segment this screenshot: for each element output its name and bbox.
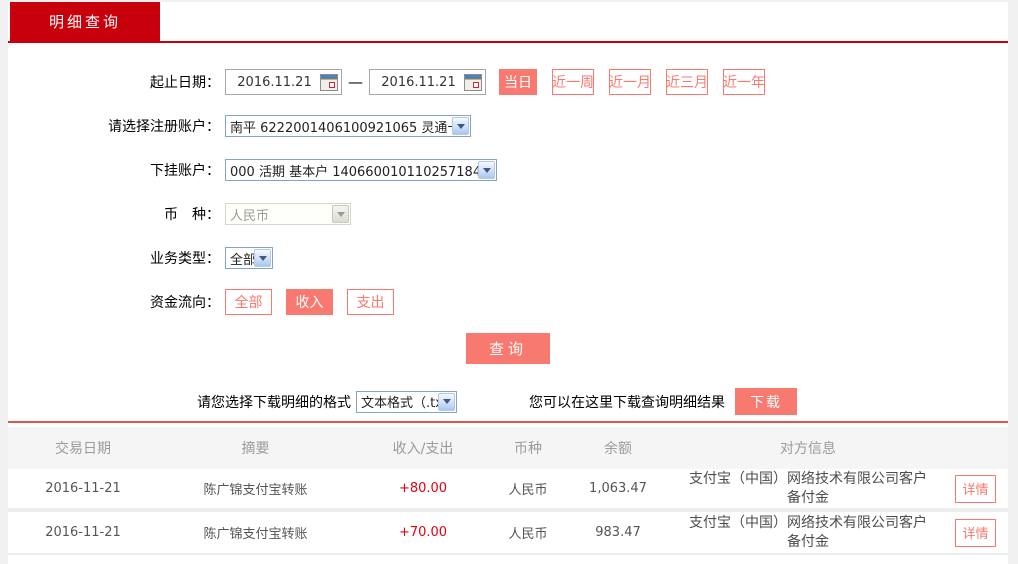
end-date-value: 2016.11.21: [381, 74, 456, 90]
cell-counterparty: 支付宝（中国）网络技术有限公司客户 备付金: [673, 470, 943, 508]
header-trade-date: 交易日期: [55, 441, 111, 457]
chevron-down-icon: [332, 205, 349, 223]
calendar-icon[interactable]: [464, 73, 482, 91]
quick-range-3months-button[interactable]: 近三月: [666, 69, 708, 95]
detail-button[interactable]: 详情: [955, 474, 996, 503]
cell-trade-date: 2016-11-21: [45, 525, 121, 540]
download-row: 请您选择下载明细的格式 文本格式（.txt） 您可以在这里下载查询明细结果 下载: [8, 388, 1008, 415]
business-type-label: 业务类型：: [150, 251, 220, 267]
cell-trade-date: 2016-11-21: [45, 481, 121, 496]
detail-query-panel: 明细查询 起止日期： 2016.11.21 — 2016.11.21 当日 近一…: [8, 2, 1008, 564]
table-row: 2016-11-21 陈广锦支付宝转账 +80.00 人民币 1,063.47 …: [8, 469, 1008, 512]
table-row: 2016-11-21 陈广锦支付宝转账 +70.00 人民币 983.47 支付…: [8, 512, 1008, 555]
registered-account-row: 请选择注册账户： 南平 6222001406100921065 灵通卡: [8, 113, 1008, 139]
cell-currency: 人民币: [508, 483, 548, 498]
currency-label: 币 种：: [164, 207, 220, 223]
detail-button[interactable]: 详情: [955, 518, 996, 547]
linked-account-select[interactable]: 000 活期 基本户 1406600101102571848: [225, 159, 497, 181]
download-format-label: 请您选择下载明细的格式: [197, 394, 351, 411]
download-hint: 您可以在这里下载查询明细结果: [529, 394, 725, 411]
tab-detail-query[interactable]: 明细查询: [10, 2, 160, 41]
fund-flow-row: 资金流向： 全部 收入 支出: [8, 289, 1008, 315]
counterparty-line: 支付宝（中国）网络技术有限公司客户: [689, 470, 927, 487]
date-range-separator: —: [348, 73, 363, 91]
linked-account-row: 下挂账户： 000 活期 基本户 1406600101102571848: [8, 157, 1008, 183]
calendar-icon[interactable]: [320, 73, 338, 91]
business-type-select[interactable]: 全部: [225, 247, 273, 269]
registered-account-value: 南平 6222001406100921065 灵通卡: [230, 120, 452, 136]
query-button[interactable]: 查询: [466, 333, 550, 364]
cell-amount: +80.00: [398, 481, 448, 496]
end-date-input[interactable]: 2016.11.21: [369, 69, 486, 95]
quick-range-week-button[interactable]: 近一周: [552, 69, 594, 95]
cell-balance: 1,063.47: [589, 481, 647, 496]
tab-bar: 明细查询: [8, 2, 1008, 43]
table-header: 交易日期 摘要 收入/支出 币种 余额 对方信息: [8, 427, 1008, 469]
business-type-value: 全部: [230, 252, 254, 268]
cell-summary: 陈广锦支付宝转账: [203, 527, 308, 542]
header-income-expense: 收入/支出: [392, 441, 454, 457]
fund-flow-all-button[interactable]: 全部: [225, 289, 272, 315]
linked-account-value: 000 活期 基本户 1406600101102571848: [230, 164, 478, 180]
download-button[interactable]: 下载: [735, 388, 797, 415]
query-form: 起止日期： 2016.11.21 — 2016.11.21 当日 近一周 近一月…: [8, 43, 1008, 415]
linked-account-label: 下挂账户：: [150, 163, 220, 179]
date-range-label: 起止日期：: [150, 75, 220, 91]
header-counterparty: 对方信息: [780, 441, 836, 457]
registered-account-label: 请选择注册账户：: [108, 119, 220, 135]
fund-flow-expense-button[interactable]: 支出: [347, 289, 394, 315]
cell-action: 详情: [943, 518, 1008, 547]
chevron-down-icon[interactable]: [254, 249, 271, 267]
download-format-select[interactable]: 文本格式（.txt）: [356, 390, 457, 413]
chevron-down-icon[interactable]: [452, 117, 469, 135]
start-date-input[interactable]: 2016.11.21: [225, 69, 342, 95]
fund-flow-label: 资金流向：: [150, 295, 220, 311]
quick-range-month-button[interactable]: 近一月: [609, 69, 651, 95]
fund-flow-income-button[interactable]: 收入: [286, 289, 333, 315]
cell-currency: 人民币: [508, 527, 548, 542]
counterparty-line: 备付金: [787, 489, 829, 506]
date-range-row: 起止日期： 2016.11.21 — 2016.11.21 当日 近一周 近一月…: [8, 69, 1008, 95]
cell-counterparty: 支付宝（中国）网络技术有限公司客户 备付金: [673, 514, 943, 552]
registered-account-select[interactable]: 南平 6222001406100921065 灵通卡: [225, 115, 471, 137]
download-format-value: 文本格式（.txt）: [361, 396, 438, 411]
quick-range-today-button[interactable]: 当日: [499, 69, 537, 95]
chevron-down-icon[interactable]: [438, 392, 455, 411]
currency-select: 人民币: [225, 203, 351, 225]
table-top-divider: [8, 421, 1008, 423]
currency-row: 币 种： 人民币: [8, 201, 1008, 227]
header-currency: 币种: [514, 441, 542, 457]
business-type-row: 业务类型： 全部: [8, 245, 1008, 271]
quick-range-year-button[interactable]: 近一年: [723, 69, 765, 95]
cell-action: 详情: [943, 474, 1008, 503]
cell-balance: 983.47: [595, 525, 641, 540]
header-summary: 摘要: [241, 441, 270, 457]
currency-value: 人民币: [230, 208, 270, 224]
query-button-row: 查询: [8, 333, 1008, 364]
chevron-down-icon[interactable]: [478, 161, 495, 179]
cell-amount: +70.00: [398, 525, 448, 540]
cell-summary: 陈广锦支付宝转账: [203, 483, 308, 498]
counterparty-line: 支付宝（中国）网络技术有限公司客户: [689, 514, 927, 531]
header-balance: 余额: [604, 441, 632, 457]
counterparty-line: 备付金: [787, 533, 829, 550]
start-date-value: 2016.11.21: [237, 74, 312, 90]
